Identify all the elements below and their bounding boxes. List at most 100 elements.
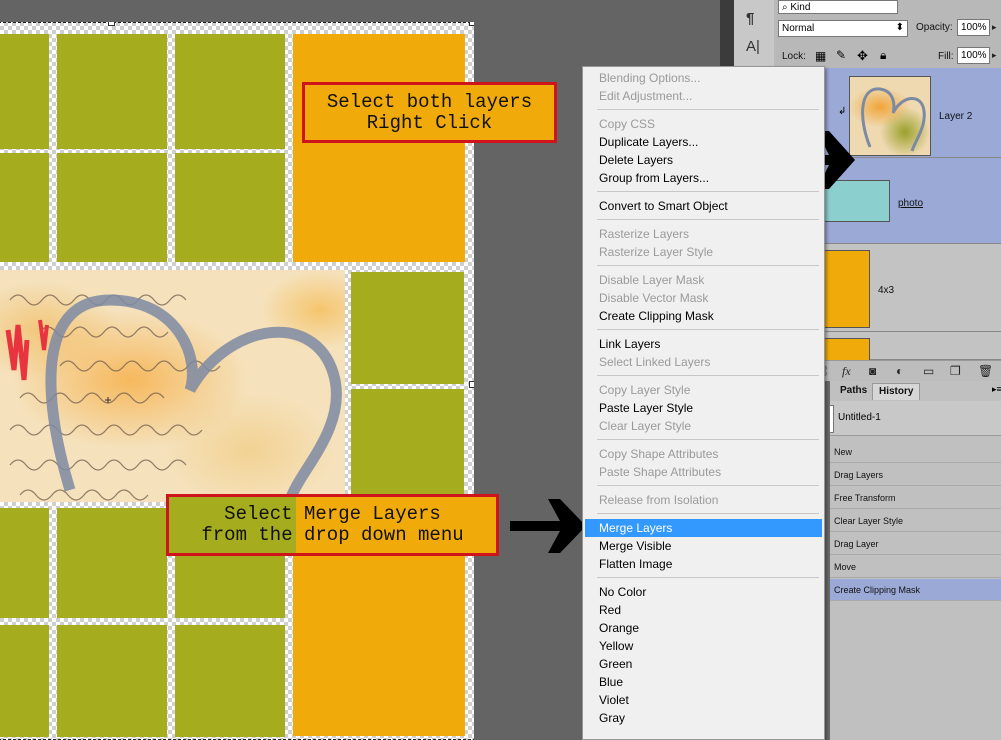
history-item-current[interactable]: Create Clipping Mask [830, 579, 1001, 601]
menu-item-gray[interactable]: Gray [585, 709, 822, 727]
layer-name[interactable]: 4x3 [878, 285, 894, 296]
tab-history[interactable]: History [872, 383, 921, 400]
menu-separator [597, 219, 819, 220]
new-layer-icon[interactable]: ❐ [950, 364, 961, 378]
snapshot-name: Untitled-1 [838, 412, 881, 423]
chevron-updown-icon: ⬍ [895, 22, 904, 33]
opacity-label: Opacity: [916, 22, 953, 33]
menu-item-convert-to-smart-object[interactable]: Convert to Smart Object [585, 197, 822, 215]
menu-item-blue[interactable]: Blue [585, 673, 822, 691]
folder-icon[interactable]: ▭ [923, 364, 934, 378]
opacity-input[interactable]: 100% [957, 19, 990, 36]
transform-handle[interactable] [108, 22, 115, 26]
lock-label: Lock: [782, 51, 806, 62]
history-item[interactable]: New [830, 441, 1001, 463]
history-item[interactable]: Drag Layer [830, 533, 1001, 555]
menu-item-clear-layer-style: Clear Layer Style [599, 419, 692, 433]
callout-line: Select both layers [326, 90, 533, 113]
history-item[interactable]: Clear Layer Style [830, 510, 1001, 532]
menu-item-yellow[interactable]: Yellow [585, 637, 822, 655]
menu-item-flatten-image[interactable]: Flatten Image [585, 555, 822, 573]
menu-item-copy-layer-style: Copy Layer Style [599, 383, 691, 397]
layer-thumbnail [849, 76, 931, 156]
menu-separator [597, 329, 819, 330]
fx-icon[interactable]: fx [842, 364, 851, 379]
lock-all-icon[interactable]: 🔒︎ [880, 48, 886, 63]
arrow-right-icon [510, 499, 586, 553]
callout-line: Select Merge Layers [224, 503, 441, 525]
adjustment-icon[interactable]: ◐ [896, 364, 903, 378]
callout-line: from the drop down menu [201, 524, 464, 546]
menu-item-paste-shape-attributes: Paste Shape Attributes [599, 465, 722, 479]
search-icon: ⌕ [782, 2, 788, 13]
layer-filter-kind[interactable]: ⌕ Kind [778, 0, 898, 14]
layer-name[interactable]: Layer 2 [939, 111, 972, 122]
menu-separator [597, 375, 819, 376]
menu-item-create-clipping-mask[interactable]: Create Clipping Mask [585, 307, 822, 325]
opacity-chevron-icon[interactable]: ▸ [992, 22, 997, 33]
thumbnail-heart [861, 87, 926, 152]
opacity-value: 100% [961, 22, 987, 33]
menu-separator [597, 109, 819, 110]
history-panel: Paths History ▸≡ Untitled-1 New Drag Lay… [829, 381, 1001, 740]
lock-transparent-icon[interactable]: ▦ [815, 49, 826, 63]
menu-item-rasterize-layers: Rasterize Layers [599, 227, 690, 241]
menu-separator [597, 513, 819, 514]
callout-line: Right Click [366, 111, 493, 134]
trash-icon[interactable]: 🗑︎ [978, 364, 993, 378]
layer-thumbnail [824, 338, 870, 362]
fill-label: Fill: [938, 51, 954, 62]
menu-item-red[interactable]: Red [585, 601, 822, 619]
instruction-callout-bottom: Select Merge Layers from the drop down m… [166, 494, 499, 556]
lock-move-icon[interactable]: ✥ [857, 48, 868, 64]
paragraph-icon[interactable]: ¶ [746, 10, 754, 27]
menu-item-paste-layer-style[interactable]: Paste Layer Style [585, 399, 822, 417]
lock-brush-icon[interactable]: ✎ [836, 48, 846, 62]
menu-separator [597, 439, 819, 440]
tab-paths[interactable]: Paths [834, 383, 873, 399]
menu-separator [597, 577, 819, 578]
menu-item-disable-layer-mask: Disable Layer Mask [599, 273, 705, 287]
layer-thumbnail [824, 250, 870, 328]
menu-item-edit-adjustment: Edit Adjustment... [599, 89, 693, 103]
menu-item-blending-options: Blending Options... [599, 71, 701, 85]
menu-item-group-from-layers[interactable]: Group from Layers... [585, 169, 822, 187]
history-item[interactable]: Free Transform [830, 487, 1001, 509]
character-icon[interactable]: A| [746, 38, 760, 55]
layer-name[interactable]: photo [898, 198, 923, 209]
instruction-callout-top: Select both layers Right Click [302, 82, 557, 143]
blend-mode-value: Normal [782, 23, 815, 34]
menu-separator [597, 485, 819, 486]
menu-item-green[interactable]: Green [585, 655, 822, 673]
menu-item-merge-visible[interactable]: Merge Visible [585, 537, 822, 555]
fill-chevron-icon[interactable]: ▸ [992, 50, 997, 61]
menu-item-disable-vector-mask: Disable Vector Mask [599, 291, 709, 305]
transform-handle[interactable] [469, 381, 474, 388]
menu-item-merge-layers[interactable]: Merge Layers [585, 519, 822, 537]
menu-separator [597, 265, 819, 266]
menu-item-link-layers[interactable]: Link Layers [585, 335, 822, 353]
menu-item-copy-css: Copy CSS [599, 117, 656, 131]
mask-icon[interactable]: ◙ [869, 364, 876, 378]
history-item[interactable]: Drag Layers [830, 464, 1001, 486]
fill-value: 100% [961, 50, 987, 61]
menu-separator [597, 191, 819, 192]
panel-icon-column: ¶ A| [734, 0, 774, 66]
menu-item-orange[interactable]: Orange [585, 619, 822, 637]
layer-context-menu: Blending Options... Edit Adjustment... Cop… [582, 66, 825, 740]
clip-indicator-icon: ↲ [838, 106, 847, 117]
transform-handle[interactable] [469, 22, 474, 26]
menu-item-rasterize-layer-style: Rasterize Layer Style [599, 245, 714, 259]
blend-mode-select[interactable]: Normal ⬍ [778, 20, 908, 37]
menu-item-delete-layers[interactable]: Delete Layers [585, 151, 822, 169]
panel-menu-icon[interactable]: ▸≡ [992, 384, 1001, 395]
history-snapshot[interactable]: Untitled-1 [829, 401, 1001, 436]
menu-item-duplicate-layers[interactable]: Duplicate Layers... [585, 133, 822, 151]
menu-item-copy-shape-attributes: Copy Shape Attributes [599, 447, 719, 461]
history-item[interactable]: Move [830, 556, 1001, 578]
menu-item-violet[interactable]: Violet [585, 691, 822, 709]
menu-item-select-linked-layers: Select Linked Layers [599, 355, 711, 369]
menu-item-no-color[interactable]: No Color [585, 583, 822, 601]
menu-item-release-from-isolation: Release from Isolation [599, 493, 719, 507]
fill-input[interactable]: 100% [957, 47, 990, 64]
